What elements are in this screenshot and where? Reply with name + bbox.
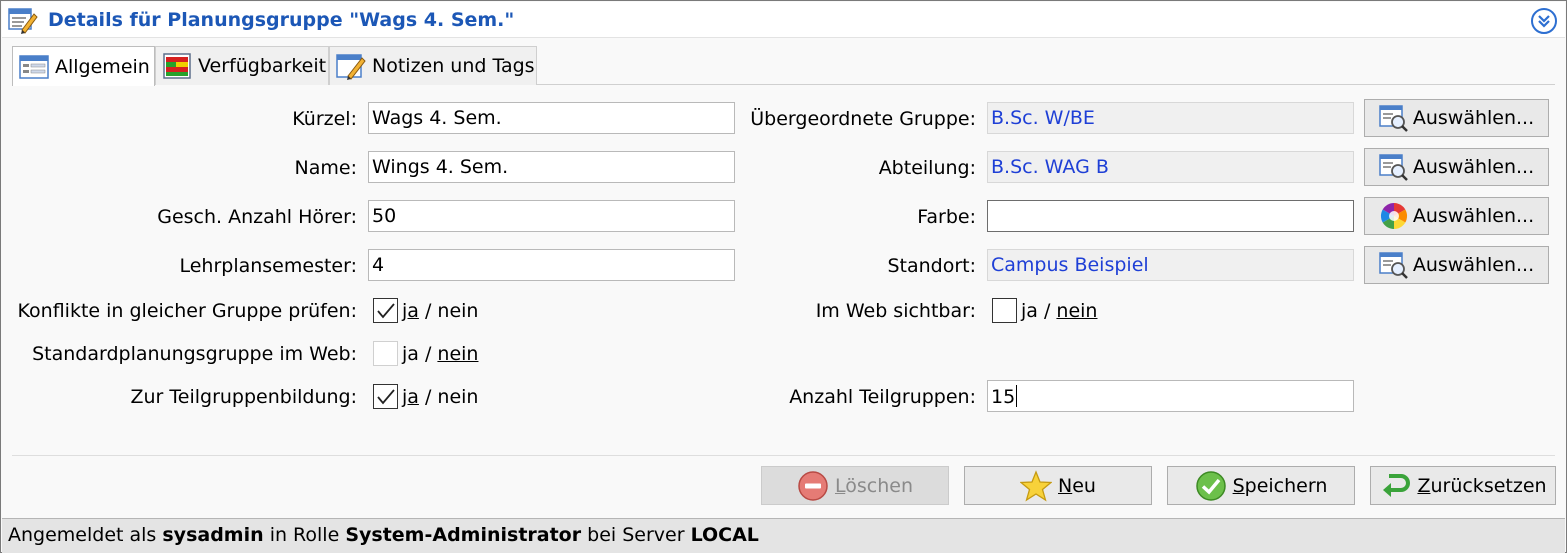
button-label: Speichern [1232, 474, 1328, 497]
option-separator: / [1043, 300, 1051, 322]
tab-label: Allgemein [55, 55, 150, 78]
status-bar: Angemeldet als sysadmin in Rolle System-… [2, 518, 1565, 553]
option-separator: / [424, 343, 432, 365]
title-bar: Details für Planungsgruppe "Wags 4. Sem.… [2, 2, 1565, 38]
undo-arrow-icon [1379, 470, 1411, 502]
option-nein[interactable]: nein [437, 300, 478, 322]
color-wheel-icon [1379, 201, 1409, 231]
option-nein[interactable]: nein [437, 386, 478, 408]
option-ja[interactable]: ja [1021, 300, 1038, 322]
web-sichtbar-options: ja / nein [1021, 300, 1097, 322]
uebergeordnete-gruppe-select-button[interactable]: Auswählen... [1364, 99, 1549, 137]
status-mid2: bei Server [587, 524, 685, 546]
kuerzel-input[interactable]: Wags 4. Sem. [368, 102, 735, 134]
zuruecksetzen-button[interactable]: Zurücksetzen [1370, 466, 1556, 505]
teilgruppen-options: ja / nein [402, 386, 478, 408]
divider [12, 455, 1555, 456]
web-sichtbar-checkbox[interactable] [992, 298, 1017, 323]
checkmark-icon [376, 302, 395, 318]
option-ja[interactable]: ja [402, 343, 419, 365]
details-window: Details für Planungsgruppe "Wags 4. Sem.… [0, 0, 1567, 553]
tab-label: Verfügbarkeit [198, 55, 327, 77]
tab-notizen-und-tags[interactable]: Notizen und Tags [329, 46, 537, 85]
farbe-select-button[interactable]: Auswählen... [1364, 197, 1549, 235]
status-role: System-Administrator [345, 524, 582, 546]
availability-grid-icon [162, 52, 192, 80]
button-label: Auswählen... [1412, 205, 1535, 227]
tab-verfuegbarkeit[interactable]: Verfügbarkeit [155, 46, 329, 85]
button-label: Auswählen... [1412, 107, 1535, 129]
collapse-button[interactable] [1531, 8, 1557, 34]
star-icon [1019, 469, 1053, 502]
window-title: Details für Planungsgruppe "Wags 4. Sem.… [48, 9, 515, 31]
konflikte-checkbox[interactable] [373, 298, 398, 323]
speichern-button[interactable]: Speichern [1167, 466, 1355, 505]
search-form-icon [1379, 250, 1409, 280]
search-form-icon [1379, 152, 1409, 182]
konflikte-label: Konflikte in gleicher Gruppe prüfen: [17, 300, 357, 322]
button-label: Zurücksetzen [1417, 474, 1547, 497]
option-nein[interactable]: nein [1056, 300, 1097, 322]
status-server: LOCAL [690, 524, 759, 546]
tab-label: Notizen und Tags [372, 55, 535, 77]
standardplanung-checkbox[interactable] [373, 341, 398, 366]
standardplanung-options: ja / nein [402, 343, 478, 365]
standardplanung-label: Standardplanungsgruppe im Web: [32, 343, 357, 365]
delete-icon [797, 470, 829, 502]
checkmark-icon [376, 388, 395, 404]
standort-select-button[interactable]: Auswählen... [1364, 246, 1549, 284]
teilgruppen-checkbox[interactable] [373, 384, 398, 409]
name-label: Name: [294, 157, 357, 179]
anzahl-hoerer-label: Gesch. Anzahl Hörer: [157, 206, 357, 228]
anzahl-teilgruppen-value: 15 [991, 386, 1016, 408]
uebergeordnete-gruppe-label: Übergeordnete Gruppe: [750, 108, 976, 130]
anzahl-teilgruppen-input[interactable]: 15 [987, 380, 1354, 412]
uebergeordnete-gruppe-field: B.Sc. W/BE [987, 102, 1354, 134]
status-prefix: Angemeldet als [8, 524, 157, 546]
button-label: Auswählen... [1412, 254, 1535, 276]
farbe-field[interactable] [987, 200, 1354, 232]
tab-strip: Allgemein Verfügbarkeit Notizen und Tags [12, 46, 1555, 86]
option-ja[interactable]: ja [402, 386, 419, 408]
status-user: sysadmin [162, 524, 264, 546]
kuerzel-label: Kürzel: [292, 108, 357, 130]
button-label: Auswählen... [1412, 156, 1535, 178]
anzahl-teilgruppen-label: Anzahl Teilgruppen: [789, 386, 976, 408]
option-separator: / [424, 386, 432, 408]
farbe-label: Farbe: [917, 206, 976, 228]
search-form-icon [1379, 103, 1409, 133]
standort-label: Standort: [887, 255, 976, 277]
button-label: Löschen [834, 474, 913, 497]
web-sichtbar-label: Im Web sichtbar: [815, 300, 976, 322]
abteilung-select-button[interactable]: Auswählen... [1364, 148, 1549, 186]
form-icon [19, 53, 49, 81]
name-input[interactable]: Wings 4. Sem. [368, 151, 735, 183]
option-nein[interactable]: nein [437, 343, 478, 365]
double-chevron-down-icon [1538, 15, 1550, 28]
standort-field: Campus Beispiel [987, 249, 1354, 281]
tab-allgemein[interactable]: Allgemein [12, 46, 155, 86]
checkmark-circle-icon [1195, 470, 1227, 502]
neu-button[interactable]: Neu [964, 466, 1152, 505]
loeschen-button[interactable]: Löschen [761, 466, 949, 505]
text-caret [1016, 385, 1018, 407]
lehrplansemester-input[interactable]: 4 [368, 249, 735, 281]
lehrplansemester-label: Lehrplansemester: [179, 255, 357, 277]
notes-edit-icon [336, 52, 366, 80]
teilgruppen-label: Zur Teilgruppenbildung: [130, 386, 357, 408]
konflikte-options: ja / nein [402, 300, 478, 322]
abteilung-label: Abteilung: [878, 157, 976, 179]
edit-form-icon [8, 6, 38, 34]
anzahl-hoerer-input[interactable]: 50 [368, 200, 735, 232]
abteilung-field: B.Sc. WAG B [987, 151, 1354, 183]
button-label: Neu [1058, 474, 1096, 497]
option-ja[interactable]: ja [402, 300, 419, 322]
status-mid1: in Rolle [269, 524, 340, 546]
option-separator: / [424, 300, 432, 322]
